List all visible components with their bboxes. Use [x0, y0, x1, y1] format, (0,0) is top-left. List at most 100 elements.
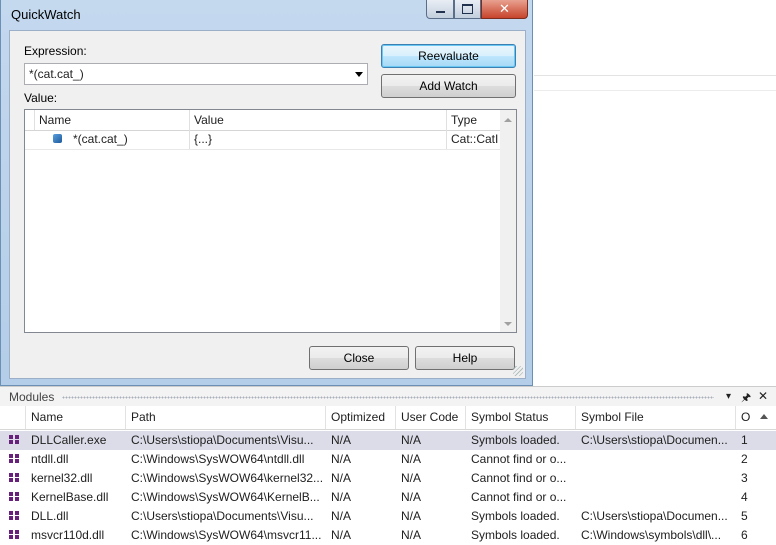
cell-name: DLLCaller.exe — [31, 433, 107, 447]
cell-optimized: N/A — [331, 433, 352, 447]
scroll-up-icon[interactable] — [504, 118, 512, 122]
dialog-client-area: Expression: *(cat.cat_) Value: Reevaluat… — [9, 30, 526, 379]
row-value[interactable]: {...} — [190, 130, 447, 149]
cell-optimized: N/A — [331, 528, 352, 542]
column-header-value[interactable]: Value — [190, 110, 447, 130]
close-button[interactable]: Close — [309, 346, 409, 370]
cell-name: kernel32.dll — [31, 471, 93, 485]
module-icon-block — [15, 530, 19, 534]
modules-panel: Modules ▾ 🖈 ✕ Name Path Optimized User C… — [0, 386, 776, 545]
cell-user-code: N/A — [401, 490, 422, 504]
module-icon-block — [9, 473, 13, 477]
module-icon-block — [9, 530, 13, 534]
cell-order: 5 — [741, 509, 748, 523]
module-icon-block — [9, 459, 13, 463]
module-icon-block — [15, 454, 19, 458]
object-icon — [53, 134, 62, 143]
minimize-button[interactable] — [426, 0, 454, 19]
vertical-scrollbar[interactable] — [500, 110, 516, 332]
cell-name: msvcr110d.dll — [31, 528, 105, 542]
table-row[interactable]: kernel32.dll C:\Windows\SysWOW64\kernel32… — [0, 469, 776, 488]
maximize-icon — [462, 4, 473, 14]
column-header-user-code[interactable]: User Code — [396, 406, 466, 429]
module-icon-block — [15, 473, 19, 477]
header-icon-column — [0, 406, 26, 429]
cell-order: 2 — [741, 452, 748, 466]
help-button[interactable]: Help — [415, 346, 515, 370]
cell-user-code: N/A — [401, 509, 422, 523]
module-icon-block — [9, 435, 13, 439]
grid-row[interactable]: *(cat.cat_) {...} Cat::CatI — [25, 130, 501, 150]
resize-grip-icon[interactable] — [513, 366, 523, 376]
cell-symbol-status: Symbols loaded. — [471, 433, 560, 447]
module-icon-block — [9, 492, 13, 496]
grid-header: Name Value Type — [25, 110, 501, 131]
row-name: *(cat.cat_) — [69, 130, 190, 149]
module-icon — [9, 492, 20, 502]
column-header-path[interactable]: Path — [126, 406, 326, 429]
expression-combobox[interactable]: *(cat.cat_) — [24, 63, 368, 85]
module-icon — [9, 454, 20, 464]
close-icon: ✕ — [499, 1, 510, 16]
module-icon-block — [9, 497, 13, 501]
close-window-button[interactable]: ✕ — [481, 0, 528, 19]
modules-title: Modules — [9, 390, 55, 404]
cell-symbol-status: Symbols loaded. — [471, 528, 560, 542]
scroll-down-icon[interactable] — [504, 322, 512, 326]
cell-order: 6 — [741, 528, 748, 542]
grid-header-spacer — [25, 110, 35, 130]
dropdown-icon[interactable]: ▾ — [726, 391, 731, 402]
cell-path: C:\Users\stiopa\Documents\Visu... — [131, 433, 314, 447]
value-label: Value: — [24, 91, 58, 105]
cell-symbol-file: C:\Users\stiopa\Documen... — [581, 509, 728, 523]
value-grid: Name Value Type *(cat.cat_) {...} Cat::C… — [24, 109, 517, 333]
modules-header: Name Path Optimized User Code Symbol Sta… — [0, 406, 776, 430]
window-title: QuickWatch — [11, 7, 81, 22]
cell-user-code: N/A — [401, 471, 422, 485]
cell-symbol-status: Cannot find or o... — [471, 490, 567, 504]
module-icon-block — [15, 497, 19, 501]
column-header-name[interactable]: Name — [26, 406, 126, 429]
add-watch-button[interactable]: Add Watch — [381, 74, 516, 98]
table-row[interactable]: KernelBase.dll C:\Windows\SysWOW64\Kernel… — [0, 488, 776, 507]
cell-path: C:\Users\stiopa\Documents\Visu... — [131, 509, 314, 523]
cell-symbol-file: C:\Users\stiopa\Documen... — [581, 433, 728, 447]
chevron-down-icon[interactable] — [355, 72, 363, 77]
column-header-order[interactable]: O — [736, 406, 776, 429]
cell-order: 4 — [741, 490, 748, 504]
column-header-symbol-status[interactable]: Symbol Status — [466, 406, 576, 429]
cell-name: KernelBase.dll — [31, 490, 109, 504]
cell-user-code: N/A — [401, 528, 422, 542]
column-header-optimized[interactable]: Optimized — [326, 406, 396, 429]
cell-symbol-file — [576, 488, 736, 507]
cell-optimized: N/A — [331, 509, 352, 523]
quickwatch-window: QuickWatch ✕ Expression: *(cat.cat_) Val… — [0, 0, 533, 386]
module-icon-block — [15, 535, 19, 539]
table-row[interactable]: ntdll.dll C:\Windows\SysWOW64\ntdll.dll N/… — [0, 450, 776, 469]
module-icon-block — [15, 459, 19, 463]
column-header-type[interactable]: Type — [447, 110, 501, 130]
table-row[interactable]: DLLCaller.exe C:\Users\stiopa\Documents\V… — [0, 431, 776, 450]
table-row[interactable]: msvcr110d.dll C:\Windows\SysWOW64\msvcr11… — [0, 526, 776, 545]
cell-name: ntdll.dll — [31, 452, 69, 466]
module-icon-block — [15, 440, 19, 444]
cell-order: 1 — [741, 433, 748, 447]
cell-symbol-file: C:\Windows\symbols\dll\... — [581, 528, 722, 542]
cell-order: 3 — [741, 471, 748, 485]
column-header-name[interactable]: Name — [35, 110, 190, 130]
maximize-button[interactable] — [454, 0, 481, 19]
module-icon-block — [9, 440, 13, 444]
reevaluate-button[interactable]: Reevaluate — [381, 44, 516, 68]
close-icon[interactable]: ✕ — [758, 389, 768, 403]
expression-value: *(cat.cat_) — [29, 67, 84, 81]
table-row[interactable]: DLL.dll C:\Users\stiopa\Documents\Visu...… — [0, 507, 776, 526]
column-header-symbol-file[interactable]: Symbol File — [576, 406, 736, 429]
cell-user-code: N/A — [401, 433, 422, 447]
editor-divider — [534, 90, 776, 91]
cell-symbol-file — [576, 469, 736, 488]
cell-path: C:\Windows\SysWOW64\kernel32... — [131, 471, 324, 485]
modules-title-bar: Modules ▾ 🖈 ✕ — [0, 386, 776, 406]
expression-label: Expression: — [24, 44, 87, 58]
cell-symbol-status: Cannot find or o... — [471, 452, 567, 466]
module-icon-block — [9, 511, 13, 515]
